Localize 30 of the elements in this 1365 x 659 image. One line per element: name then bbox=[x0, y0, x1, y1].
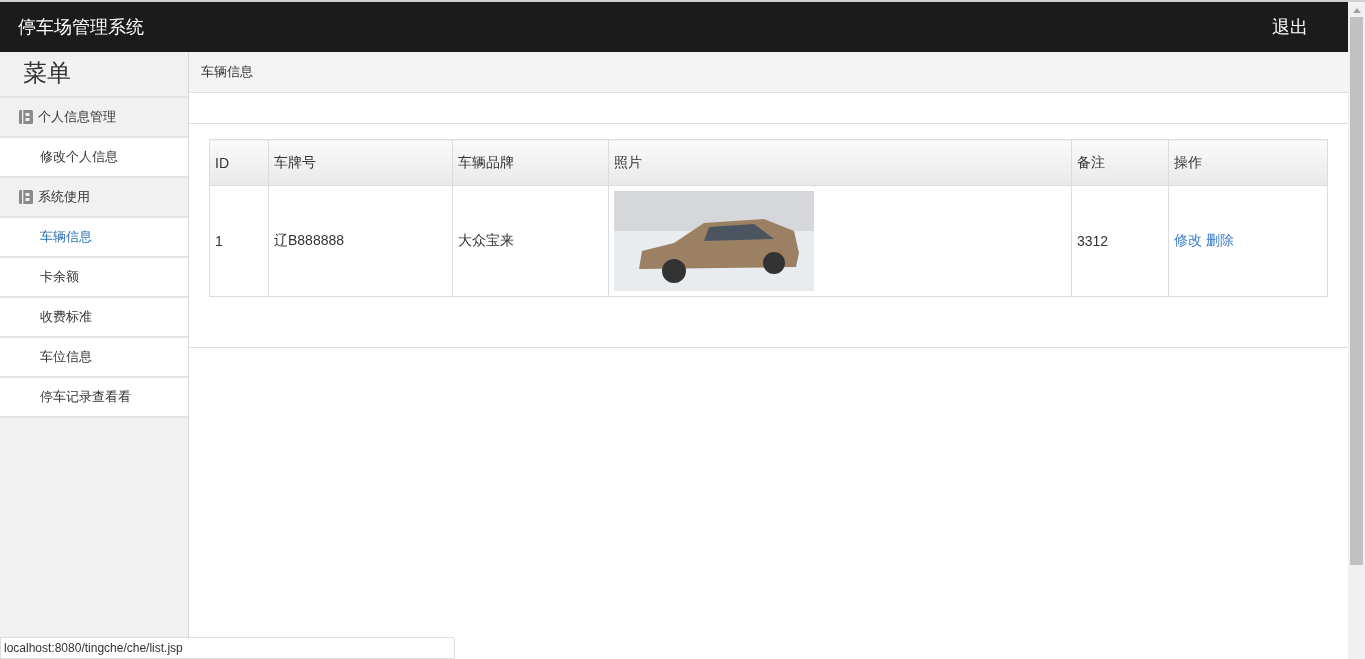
table-cell: 大众宝来 bbox=[452, 185, 609, 297]
vertical-scrollbar[interactable] bbox=[1348, 2, 1365, 659]
column-header: 照片 bbox=[608, 139, 1072, 186]
column-header: 操作 bbox=[1168, 139, 1328, 186]
menu-group-label: 系统使用 bbox=[38, 188, 90, 206]
status-bar: localhost:8080/tingche/che/list.jsp bbox=[0, 637, 455, 659]
column-header: 车辆品牌 bbox=[452, 139, 609, 186]
table-cell: 辽B888888 bbox=[268, 185, 453, 297]
scrollbar-thumb[interactable] bbox=[1350, 17, 1363, 565]
menu-title: 菜单 bbox=[0, 52, 188, 98]
table-cell: 1 bbox=[209, 185, 269, 297]
menu-item[interactable]: 车位信息 bbox=[0, 338, 188, 378]
app-title[interactable]: 停车场管理系统 bbox=[18, 15, 144, 39]
address-book-icon bbox=[19, 110, 33, 124]
table-cell: 3312 bbox=[1071, 185, 1169, 297]
column-header: 备注 bbox=[1071, 139, 1169, 186]
menu-item[interactable]: 收费标准 bbox=[0, 298, 188, 338]
address-book-icon bbox=[19, 190, 33, 204]
logout-link[interactable]: 退出 bbox=[1272, 15, 1308, 39]
menu-item[interactable]: 卡余额 bbox=[0, 258, 188, 298]
menu-group-label: 个人信息管理 bbox=[38, 108, 116, 126]
menu-item[interactable]: 修改个人信息 bbox=[0, 138, 188, 178]
breadcrumb-text: 车辆信息 bbox=[201, 64, 253, 79]
scroll-up-icon[interactable] bbox=[1352, 8, 1361, 13]
menu-item[interactable]: 车辆信息 bbox=[0, 218, 188, 258]
menu-item[interactable]: 停车记录查看看 bbox=[0, 378, 188, 418]
action-link[interactable]: 删除 bbox=[1206, 232, 1234, 248]
action-link[interactable]: 修改 bbox=[1174, 232, 1202, 248]
column-header: 车牌号 bbox=[268, 139, 453, 186]
column-header: ID bbox=[209, 139, 269, 186]
